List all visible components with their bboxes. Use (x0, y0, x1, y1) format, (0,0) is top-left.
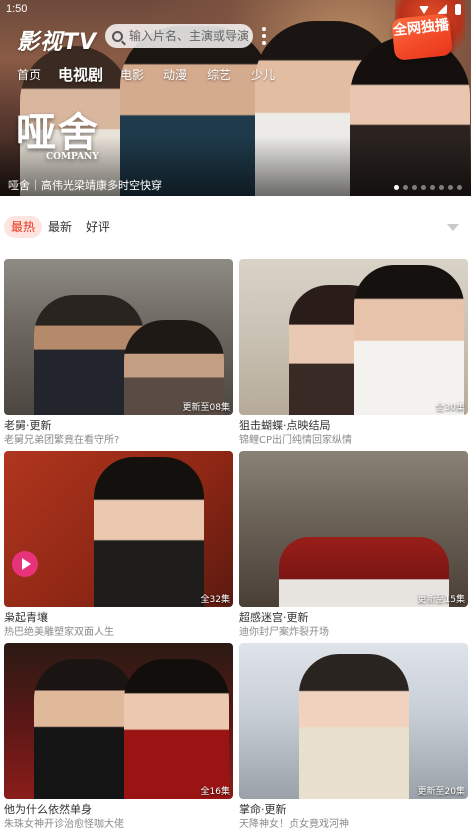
chevron-down-icon[interactable] (447, 224, 459, 231)
card-title[interactable]: 枭起青壤 (4, 609, 233, 623)
poster-figure (124, 659, 229, 799)
sort-top-rated[interactable]: 好评 (79, 216, 117, 238)
poster[interactable]: 更新至15集 (239, 451, 468, 607)
poster[interactable]: 全32集 (4, 451, 233, 607)
app-logo[interactable]: 影视TV (17, 24, 97, 56)
card-subtitle: 迪你封尸案炸裂开场 (239, 627, 329, 637)
video-card[interactable]: 更新至08集 老舅·更新 老舅兄弟团繁竟在看守所? (4, 259, 233, 445)
episode-badge: 全30集 (435, 403, 465, 413)
card-title[interactable]: 掌命·更新 (239, 801, 468, 815)
sort-hottest[interactable]: 最热 (4, 216, 43, 238)
sort-filter: 最热 最新 好评 (0, 208, 471, 244)
poster[interactable]: 更新至08集 (4, 259, 233, 415)
video-card[interactable]: 更新至15集 超感迷宫·更新 迪你封尸案炸裂开场 (239, 451, 468, 637)
card-subtitle: 老舅兄弟团繁竟在看守所? (4, 435, 120, 445)
hero-title: 哑舍 (16, 109, 100, 156)
exclusive-badge: 全网独播 (390, 13, 454, 61)
tab-kids[interactable]: 少儿 (251, 66, 275, 83)
hero-caption[interactable]: 哑舍｜高伟光梁靖康多时空快穿 (8, 177, 162, 193)
hero-banner[interactable]: 1:50 影视TV 全网独播 首页 电视剧 电影 动漫 综艺 少儿 哑舍 COM… (0, 0, 471, 196)
tab-home[interactable]: 首页 (17, 66, 41, 83)
episode-badge: 更新至15集 (417, 595, 465, 605)
search-input[interactable] (129, 29, 253, 43)
poster[interactable]: 全30集 (239, 259, 468, 415)
episode-badge: 全32集 (200, 595, 230, 605)
wifi-icon (419, 6, 429, 14)
tab-tv-series[interactable]: 电视剧 (58, 64, 103, 85)
video-card[interactable]: 全30集 狙击蝴蝶·点映结局 锦鲤CP出门纯情回家纵情 (239, 259, 468, 445)
tab-anime[interactable]: 动漫 (163, 66, 187, 83)
play-icon[interactable] (12, 551, 38, 577)
poster-figure (34, 659, 134, 799)
search-bar[interactable] (105, 24, 253, 48)
card-title[interactable]: 他为什么依然单身 (4, 801, 233, 815)
card-title[interactable]: 狙击蝴蝶·点映结局 (239, 417, 468, 431)
status-bar: 1:50 (0, 0, 471, 20)
poster-figure (94, 457, 204, 607)
poster[interactable]: 全16集 (4, 643, 233, 799)
card-title[interactable]: 老舅·更新 (4, 417, 233, 431)
hero-title-sub: COMPANY (46, 152, 99, 162)
category-nav: 首页 电视剧 电影 动漫 综艺 少儿 (0, 64, 471, 84)
tab-movies[interactable]: 电影 (120, 66, 144, 83)
episode-badge: 更新至20集 (417, 787, 465, 797)
card-subtitle: 天降神女！贞女竟戏河神 (239, 819, 349, 829)
card-subtitle: 朱珠女神开诊治愈怪咖大佬 (4, 819, 124, 829)
poster[interactable]: 更新至20集 (239, 643, 468, 799)
poster-figure (354, 265, 464, 415)
episode-badge: 更新至08集 (182, 403, 230, 413)
tab-variety[interactable]: 综艺 (207, 66, 231, 83)
sort-latest[interactable]: 最新 (41, 216, 79, 238)
carousel-indicator (394, 185, 462, 190)
video-card[interactable]: 全16集 他为什么依然单身 朱珠女神开诊治愈怪咖大佬 (4, 643, 233, 829)
signal-icon (437, 4, 447, 14)
card-subtitle: 锦鲤CP出门纯情回家纵情 (239, 435, 353, 445)
search-icon (112, 30, 123, 42)
status-time: 1:50 (6, 3, 28, 15)
more-options-icon[interactable] (262, 27, 266, 45)
card-title[interactable]: 超感迷宫·更新 (239, 609, 468, 623)
video-card[interactable]: 全32集 枭起青壤 热巴绝美雕塑家双面人生 (4, 451, 233, 637)
battery-icon (455, 4, 461, 15)
episode-badge: 全16集 (200, 787, 230, 797)
hero-title-art: 哑舍 COMPANY (16, 100, 100, 162)
card-subtitle: 热巴绝美雕塑家双面人生 (4, 627, 114, 637)
video-card[interactable]: 更新至20集 掌命·更新 天降神女！贞女竟戏河神 (239, 643, 468, 829)
poster-figure (299, 654, 409, 799)
